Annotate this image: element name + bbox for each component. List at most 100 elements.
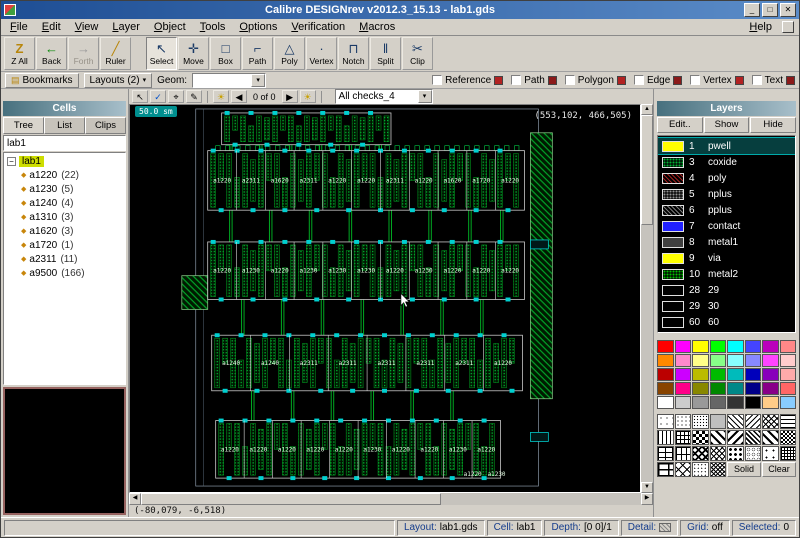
pattern-square-mesh[interactable] — [780, 446, 797, 461]
titlebar[interactable]: Calibre DESIGNrev v2012.3_15.13 - lab1.g… — [1, 1, 799, 19]
tab-tree[interactable]: Tree — [3, 117, 44, 134]
menu-layer[interactable]: Layer — [105, 20, 147, 34]
palette-color[interactable] — [780, 382, 797, 395]
vertex-button[interactable]: ·Vertex — [306, 37, 337, 70]
cell-item-a2311[interactable]: ◆a2311(11) — [5, 252, 124, 266]
collapse-icon[interactable]: − — [7, 157, 16, 166]
menu-view[interactable]: View — [68, 20, 106, 34]
split-button[interactable]: ‖Split — [370, 37, 401, 70]
palette-color[interactable] — [710, 382, 727, 395]
horizontal-scroll-track[interactable] — [441, 493, 641, 505]
palette-color[interactable] — [710, 368, 727, 381]
layer-row-pplus[interactable]: 6pplus — [658, 202, 795, 218]
layouts-button[interactable]: Layouts (2) ▾ — [84, 73, 153, 88]
solid-button[interactable]: Solid — [727, 462, 761, 477]
pattern-hatch-cross[interactable] — [762, 414, 779, 429]
checkbox-icon[interactable] — [565, 75, 575, 85]
layer-row-contact[interactable]: 7contact — [658, 218, 795, 234]
palette-color[interactable] — [745, 382, 762, 395]
palette-color[interactable] — [727, 340, 744, 353]
checks-combobox[interactable]: All checks_4▾ — [335, 89, 433, 104]
palette-color[interactable] — [675, 396, 692, 409]
palette-color[interactable] — [657, 382, 674, 395]
chevron-down-icon[interactable]: ▾ — [418, 90, 432, 103]
palette-color[interactable] — [745, 396, 762, 409]
palette-color[interactable] — [657, 354, 674, 367]
pattern-diamond-mesh[interactable] — [710, 446, 727, 461]
menu-edit[interactable]: Edit — [35, 20, 68, 34]
pattern-speckle[interactable] — [692, 462, 709, 477]
cell-item-a1220[interactable]: ◆a1220(22) — [5, 168, 124, 182]
window-grip-icon[interactable] — [782, 21, 794, 33]
toggle-text[interactable]: Text — [752, 75, 795, 86]
pattern-dots-dense[interactable] — [692, 414, 709, 429]
check-mark-button[interactable]: ✓ — [150, 90, 166, 103]
palette-color[interactable] — [692, 340, 709, 353]
palette-color[interactable] — [727, 382, 744, 395]
horizontal-scrollbar[interactable] — [129, 493, 653, 505]
pattern-triangle-mesh[interactable] — [780, 430, 797, 445]
palette-color[interactable] — [675, 354, 692, 367]
palette-color[interactable] — [692, 382, 709, 395]
forth-button[interactable]: →Forth — [68, 37, 99, 70]
brightness-down-button[interactable]: ☀ — [213, 90, 229, 103]
palette-color[interactable] — [727, 354, 744, 367]
palette-color[interactable] — [710, 354, 727, 367]
layer-row-pwell[interactable]: 1pwell — [658, 138, 795, 154]
palette-color[interactable] — [727, 396, 744, 409]
pattern-hatch-diagonal[interactable] — [727, 414, 744, 429]
checkbox-icon[interactable] — [511, 75, 521, 85]
checkbox-icon[interactable] — [690, 75, 700, 85]
pattern-dots-sparse[interactable] — [657, 414, 674, 429]
palette-color[interactable] — [745, 354, 762, 367]
vertical-scrollbar[interactable] — [641, 104, 653, 493]
palette-color[interactable] — [692, 354, 709, 367]
layer-row-29[interactable]: 2829 — [658, 282, 795, 298]
scroll-right-icon[interactable] — [641, 493, 653, 505]
checkbox-icon[interactable] — [634, 75, 644, 85]
cell-item-a9500[interactable]: ◆a9500(166) — [5, 266, 124, 280]
checkbox-icon[interactable] — [432, 75, 442, 85]
path-button[interactable]: ⌐Path — [242, 37, 273, 70]
maximize-button[interactable] — [762, 3, 778, 17]
layout-preview[interactable] — [3, 387, 126, 515]
pattern-cross-hatch-fine[interactable] — [710, 462, 727, 477]
palette-color[interactable] — [692, 396, 709, 409]
cell-item-a1620[interactable]: ◆a1620(3) — [5, 224, 124, 238]
vertical-scroll-track[interactable] — [641, 225, 653, 482]
cell-item-a1240[interactable]: ◆a1240(4) — [5, 196, 124, 210]
menu-object[interactable]: Object — [147, 20, 193, 34]
menu-tools[interactable]: Tools — [193, 20, 233, 34]
clear-button[interactable]: Clear — [762, 462, 796, 477]
menu-verification[interactable]: Verification — [284, 20, 352, 34]
z-all-button[interactable]: ZZ All — [4, 37, 35, 70]
pattern-star-field[interactable] — [762, 446, 779, 461]
pattern-brick-wide[interactable] — [657, 462, 674, 477]
back-button[interactable]: ←Back — [36, 37, 67, 70]
pattern-diag-thick-back[interactable] — [727, 430, 744, 445]
palette-color[interactable] — [657, 340, 674, 353]
pattern-diamond-lattice[interactable] — [675, 462, 692, 477]
palette-color[interactable] — [780, 396, 797, 409]
cell-item-a1230[interactable]: ◆a1230(5) — [5, 182, 124, 196]
pattern-diag-thick[interactable] — [710, 430, 727, 445]
pattern-dots-fine[interactable] — [710, 414, 727, 429]
next-result-button[interactable]: ▶ — [282, 90, 298, 103]
pattern-cross-dense[interactable] — [745, 430, 762, 445]
zoom-tool-button[interactable]: ⌖ — [168, 90, 184, 103]
palette-color[interactable] — [780, 368, 797, 381]
palette-color[interactable] — [657, 368, 674, 381]
toggle-vertex[interactable]: Vertex — [690, 75, 743, 86]
menu-help[interactable]: Help — [742, 20, 779, 34]
pattern-weave[interactable] — [692, 446, 709, 461]
geom-combobox[interactable]: ▾ — [192, 73, 266, 88]
layer-row-nplus[interactable]: 5nplus — [658, 186, 795, 202]
horizontal-scroll-thumb[interactable] — [141, 493, 441, 505]
palette-color[interactable] — [762, 382, 779, 395]
menu-options[interactable]: Options — [232, 20, 284, 34]
minimize-button[interactable] — [744, 3, 760, 17]
tree-root[interactable]: −lab1 — [5, 155, 124, 168]
menu-file[interactable]: File — [3, 20, 35, 34]
layer-row-30[interactable]: 2930 — [658, 298, 795, 314]
poly-button[interactable]: △Poly — [274, 37, 305, 70]
